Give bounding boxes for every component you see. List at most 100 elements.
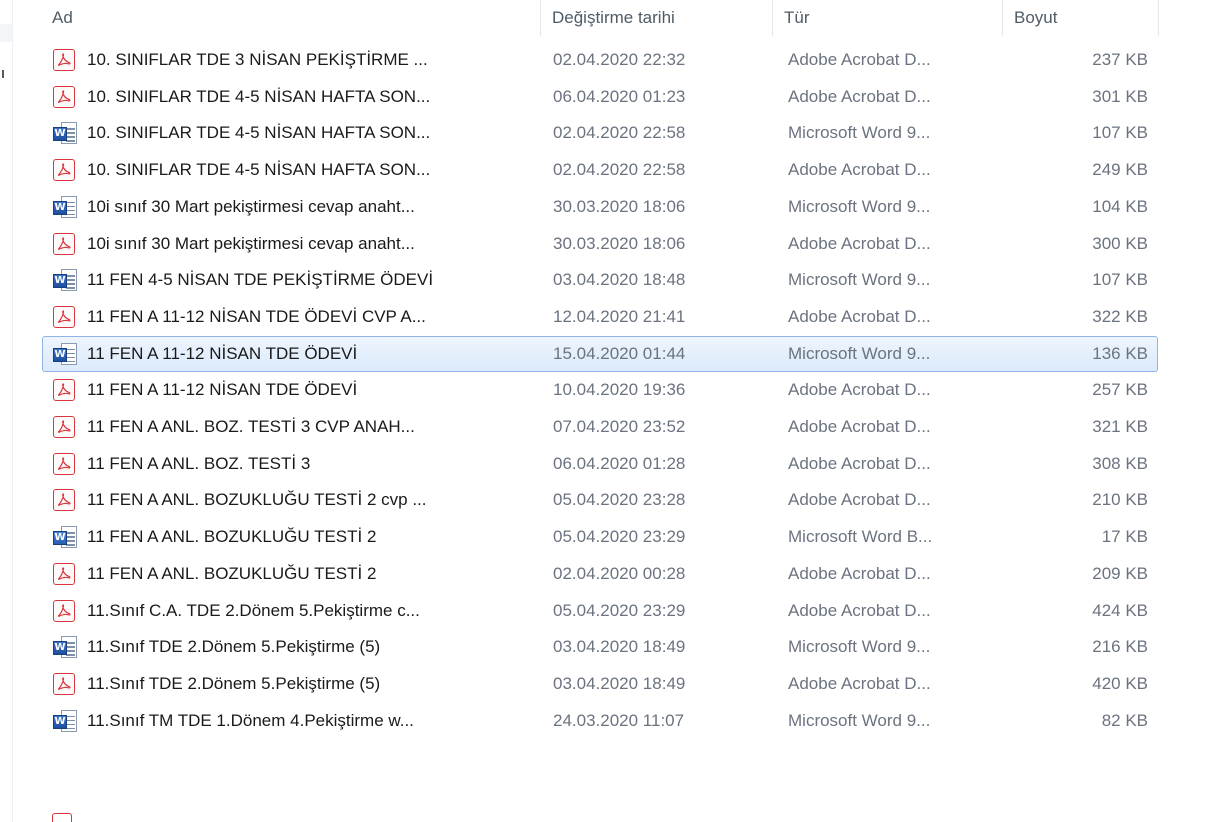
file-date-modified: 03.04.2020 18:49	[553, 637, 686, 657]
file-date-modified: 05.04.2020 23:28	[553, 490, 686, 510]
file-type: Adobe Acrobat D...	[788, 160, 931, 180]
file-size: 136 KB	[1092, 343, 1148, 363]
column-header-size[interactable]: Boyut	[1002, 0, 1158, 36]
pdf-icon	[53, 672, 75, 695]
file-type: Microsoft Word 9...	[788, 710, 931, 730]
file-date-modified: 30.03.2020 18:06	[553, 233, 686, 253]
file-row[interactable]: 11 FEN A ANL. BOZ. TESTİ 3 06.04.2020 01:…	[42, 446, 1158, 482]
pdf-icon	[53, 489, 75, 512]
file-name: 11.Sınıf TDE 2.Dönem 5.Pekiştirme (5)	[87, 637, 381, 657]
file-type: Adobe Acrobat D...	[788, 490, 931, 510]
file-name: 11 FEN A ANL. BOZUKLUĞU TESTİ 2 cvp ...	[87, 490, 427, 510]
file-name: 11 FEN A 11-12 NİSAN TDE ÖDEVİ CVP A...	[87, 306, 426, 326]
file-size: 210 KB	[1092, 490, 1148, 510]
file-size: 104 KB	[1092, 196, 1148, 216]
pdf-icon	[53, 49, 75, 71]
word-icon: W	[53, 122, 77, 145]
file-row[interactable]: 11.Sınıf C.A. TDE 2.Dönem 5.Pekiştirme c…	[42, 593, 1158, 629]
word-icon: W	[53, 195, 77, 218]
navigation-pane-item[interactable]	[0, 24, 12, 42]
pdf-icon	[53, 232, 75, 255]
file-date-modified: 06.04.2020 01:23	[553, 86, 686, 106]
file-row[interactable]: W 11 FEN A ANL. BOZUKLUĞU TESTİ 2 05.04.20…	[42, 519, 1158, 555]
file-name: 11.Sınıf TM TDE 1.Dönem 4.Pekiştirme w..…	[87, 710, 414, 730]
file-type: Microsoft Word B...	[788, 527, 933, 547]
file-date-modified: 12.04.2020 21:41	[553, 306, 686, 326]
file-date-modified: 05.04.2020 23:29	[553, 600, 686, 620]
file-type: Adobe Acrobat D...	[788, 50, 931, 69]
file-type: Microsoft Word 9...	[788, 196, 931, 216]
file-name: 10. SINIFLAR TDE 4-5 NİSAN HAFTA SON...	[87, 123, 431, 143]
file-type: Adobe Acrobat D...	[788, 86, 931, 106]
pdf-icon	[53, 159, 75, 182]
word-icon: W	[53, 526, 77, 549]
pdf-icon	[53, 599, 75, 622]
pdf-icon	[53, 379, 75, 402]
file-name: 11 FEN A ANL. BOZ. TESTİ 3 CVP ANAH...	[87, 417, 415, 436]
file-size: 300 KB	[1092, 233, 1148, 253]
file-name: 11.Sınıf TDE 2.Dönem 5.Pekiştirme (5)	[87, 673, 381, 693]
file-row[interactable]: 11 FEN A ANL. BOZUKLUĞU TESTİ 2 cvp ... 0…	[42, 482, 1158, 518]
file-name: 11 FEN A ANL. BOZ. TESTİ 3	[87, 453, 311, 473]
file-date-modified: 02.04.2020 00:28	[553, 563, 686, 583]
navigation-pane-marker	[2, 70, 4, 78]
file-name: 11 FEN A ANL. BOZUKLUĞU TESTİ 2	[87, 563, 377, 583]
navigation-pane-edge	[0, 0, 13, 822]
file-row[interactable]: 11 FEN A ANL. BOZUKLUĞU TESTİ 2 02.04.202…	[42, 556, 1158, 592]
pdf-icon	[52, 813, 72, 822]
file-size: 237 KB	[1092, 50, 1148, 69]
file-name: 11 FEN A ANL. BOZUKLUĞU TESTİ 2	[87, 527, 377, 547]
file-name: 11.Sınıf C.A. TDE 2.Dönem 5.Pekiştirme c…	[87, 600, 420, 620]
word-icon: W	[53, 636, 77, 659]
file-size: 17 KB	[1101, 527, 1148, 547]
file-row[interactable]: 10i sınıf 30 Mart pekiştirmesi cevap ana…	[42, 226, 1158, 262]
pdf-icon	[53, 85, 75, 108]
file-size: 322 KB	[1092, 306, 1148, 326]
file-row[interactable]: 11 FEN A 11-12 NİSAN TDE ÖDEVİ CVP A... 1…	[42, 299, 1158, 335]
file-type: Adobe Acrobat D...	[788, 417, 931, 436]
file-row[interactable]: 11 FEN A 11-12 NİSAN TDE ÖDEVİ 10.04.2020…	[42, 372, 1158, 408]
file-row[interactable]: 10. SINIFLAR TDE 3 NİSAN PEKİŞTİRME ... 0…	[42, 42, 1158, 78]
file-row-selected[interactable]: W 11 FEN A 11-12 NİSAN TDE ÖDEVİ 15.04.202…	[42, 335, 1158, 372]
file-date-modified: 02.04.2020 22:32	[553, 50, 686, 69]
file-row[interactable]: W 11 FEN 4-5 NİSAN TDE PEKİŞTİRME ÖDEVİ 03…	[42, 262, 1158, 298]
file-type: Adobe Acrobat D...	[788, 673, 931, 693]
file-row[interactable]: 10. SINIFLAR TDE 4-5 NİSAN HAFTA SON... 0…	[42, 79, 1158, 115]
file-type: Adobe Acrobat D...	[788, 453, 931, 473]
column-header-date-modified[interactable]: Değiştirme tarihi	[540, 0, 772, 36]
file-name: 10. SINIFLAR TDE 4-5 NİSAN HAFTA SON...	[87, 160, 431, 180]
file-type: Adobe Acrobat D...	[788, 306, 931, 326]
word-icon: W	[53, 269, 77, 292]
file-row[interactable]: 10. SINIFLAR TDE 4-5 NİSAN HAFTA SON... 0…	[42, 152, 1158, 188]
file-name: 11 FEN A 11-12 NİSAN TDE ÖDEVİ	[87, 380, 358, 400]
file-size: 424 KB	[1092, 600, 1148, 620]
file-row[interactable]: W 11.Sınıf TDE 2.Dönem 5.Pekiştirme (5) 03…	[42, 629, 1158, 665]
column-divider[interactable]	[1158, 0, 1159, 36]
file-row[interactable]: 11.Sınıf TDE 2.Dönem 5.Pekiştirme (5) 03.…	[42, 666, 1158, 702]
file-size: 209 KB	[1092, 563, 1148, 583]
file-type: Adobe Acrobat D...	[788, 233, 931, 253]
file-type: Microsoft Word 9...	[788, 637, 931, 657]
file-date-modified: 30.03.2020 18:06	[553, 196, 686, 216]
file-row[interactable]: W 11.Sınıf TM TDE 1.Dönem 4.Pekiştirme w.…	[42, 703, 1158, 739]
file-size: 107 KB	[1092, 270, 1148, 290]
file-name: 10. SINIFLAR TDE 3 NİSAN PEKİŞTİRME ...	[87, 50, 428, 69]
file-date-modified: 05.04.2020 23:29	[553, 527, 686, 547]
file-size: 308 KB	[1092, 453, 1148, 473]
file-type: Adobe Acrobat D...	[788, 380, 931, 400]
column-header-type[interactable]: Tür	[772, 0, 1002, 36]
file-date-modified: 02.04.2020 22:58	[553, 160, 686, 180]
word-icon: W	[53, 342, 77, 365]
file-size: 321 KB	[1092, 417, 1148, 436]
file-name: 10i sınıf 30 Mart pekiştirmesi cevap ana…	[87, 196, 415, 216]
file-name: 10i sınıf 30 Mart pekiştirmesi cevap ana…	[87, 233, 415, 253]
pdf-icon	[53, 562, 75, 585]
word-icon: W	[53, 709, 77, 732]
file-row[interactable]: 11 FEN A ANL. BOZ. TESTİ 3 CVP ANAH... 07…	[42, 409, 1158, 445]
column-header-name[interactable]: Ad	[40, 0, 540, 36]
file-size: 301 KB	[1092, 86, 1148, 106]
pdf-icon	[53, 416, 75, 438]
file-row[interactable]: W 10. SINIFLAR TDE 4-5 NİSAN HAFTA SON...…	[42, 115, 1158, 151]
file-row[interactable]: W 10i sınıf 30 Mart pekiştirmesi cevap an…	[42, 189, 1158, 225]
file-size: 82 KB	[1101, 710, 1148, 730]
